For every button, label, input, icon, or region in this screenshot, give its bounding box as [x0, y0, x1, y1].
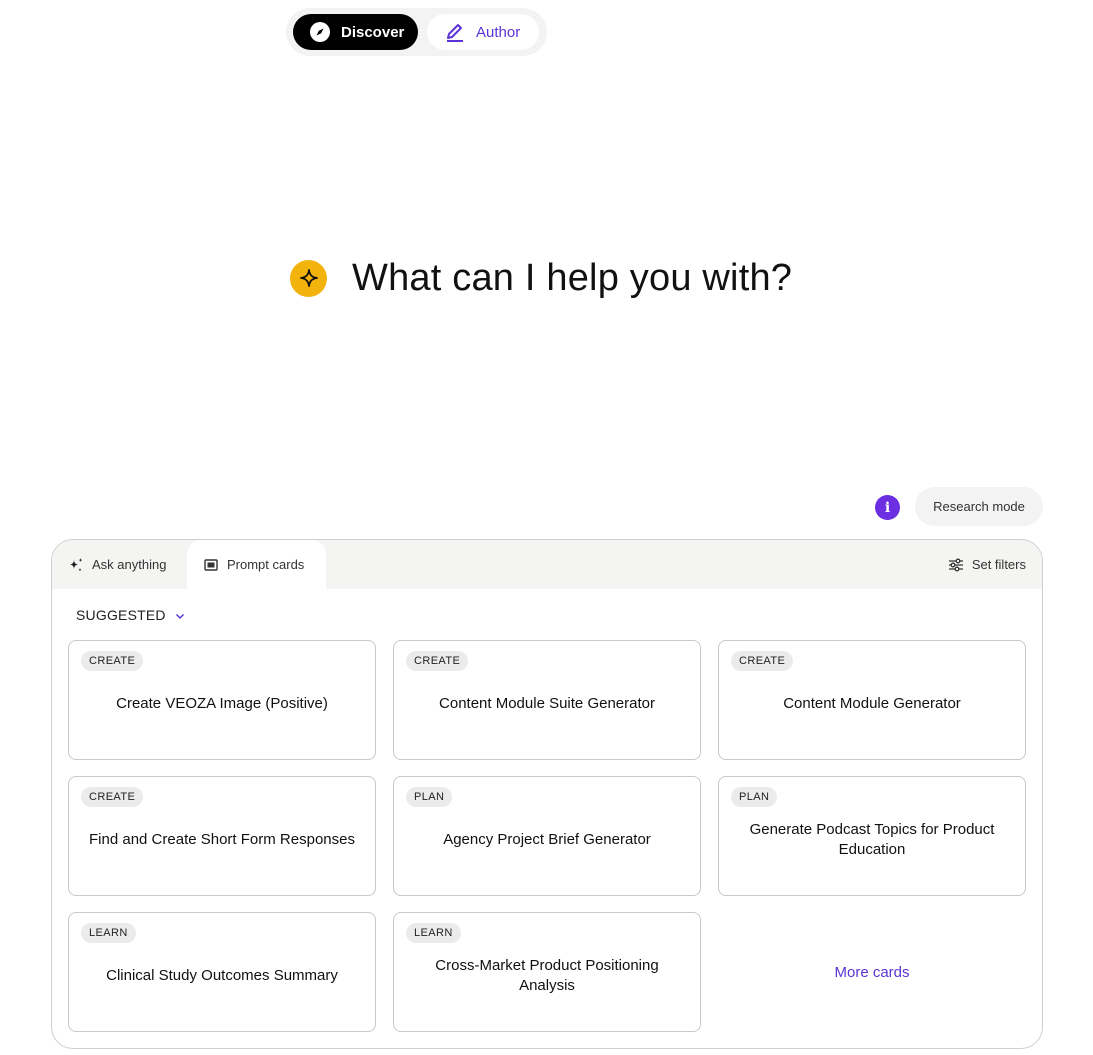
prompt-card[interactable]: CREATE Find and Create Short Form Respon…: [68, 776, 376, 896]
prompt-card[interactable]: PLAN Generate Podcast Topics for Product…: [718, 776, 1026, 896]
prompt-card[interactable]: CREATE Content Module Generator: [718, 640, 1026, 760]
author-button[interactable]: Author: [427, 14, 539, 50]
card-icon: [203, 557, 219, 573]
card-tag: CREATE: [81, 651, 144, 671]
compass-icon: [309, 21, 331, 43]
more-cards-link[interactable]: More cards: [718, 912, 1026, 1032]
card-tag: CREATE: [731, 651, 794, 671]
prompt-panel: Ask anything Prompt cards Set filters SU…: [51, 539, 1043, 1049]
info-icon[interactable]: i: [875, 495, 900, 520]
card-title: Find and Create Short Form Responses: [89, 831, 355, 848]
tab-prompt-label: Prompt cards: [227, 557, 305, 572]
card-title: Content Module Generator: [783, 695, 961, 712]
card-tag: PLAN: [406, 787, 453, 807]
tab-ask-label: Ask anything: [92, 557, 167, 572]
card-title: Content Module Suite Generator: [439, 695, 655, 712]
card-tag: LEARN: [81, 923, 136, 943]
tab-prompt-cards[interactable]: Prompt cards: [187, 540, 326, 589]
prompt-card[interactable]: CREATE Content Module Suite Generator: [393, 640, 701, 760]
pencil-icon: [444, 21, 466, 43]
suggested-dropdown[interactable]: SUGGESTED: [76, 607, 186, 623]
tab-bar: Ask anything Prompt cards Set filters: [52, 540, 1042, 589]
set-filters-button[interactable]: Set filters: [948, 540, 1026, 589]
card-title: Generate Podcast Topics for Product Educ…: [749, 821, 995, 858]
tab-ask-anything[interactable]: Ask anything: [68, 540, 166, 589]
author-label: Author: [476, 23, 521, 41]
mode-toggle: Discover Author: [286, 8, 547, 56]
research-mode-button[interactable]: Research mode: [915, 487, 1043, 526]
card-title: Create VEOZA Image (Positive): [116, 695, 328, 712]
card-tag: LEARN: [406, 923, 461, 943]
sparkles-icon: [68, 557, 84, 573]
prompt-card[interactable]: PLAN Agency Project Brief Generator: [393, 776, 701, 896]
discover-button[interactable]: Discover: [293, 14, 418, 50]
greeting: What can I help you with?: [290, 256, 792, 300]
sliders-icon: [948, 557, 964, 573]
set-filters-label: Set filters: [971, 557, 1026, 572]
chevron-down-icon: [174, 609, 186, 621]
sparkle-star-icon: [290, 259, 327, 297]
card-tag: CREATE: [81, 787, 144, 807]
prompt-card[interactable]: LEARN Clinical Study Outcomes Summary: [68, 912, 376, 1032]
prompt-card[interactable]: LEARN Cross-Market Product Positioning A…: [393, 912, 701, 1032]
greeting-heading: What can I help you with?: [352, 256, 793, 299]
card-tag: PLAN: [731, 787, 778, 807]
suggested-label: SUGGESTED: [76, 607, 166, 623]
prompt-card[interactable]: CREATE Create VEOZA Image (Positive): [68, 640, 376, 760]
discover-label: Discover: [341, 23, 405, 41]
card-tag: CREATE: [406, 651, 469, 671]
card-title: Cross-Market Product Positioning Analysi…: [435, 957, 659, 994]
card-title: Agency Project Brief Generator: [443, 831, 651, 848]
card-title: Clinical Study Outcomes Summary: [106, 967, 338, 984]
